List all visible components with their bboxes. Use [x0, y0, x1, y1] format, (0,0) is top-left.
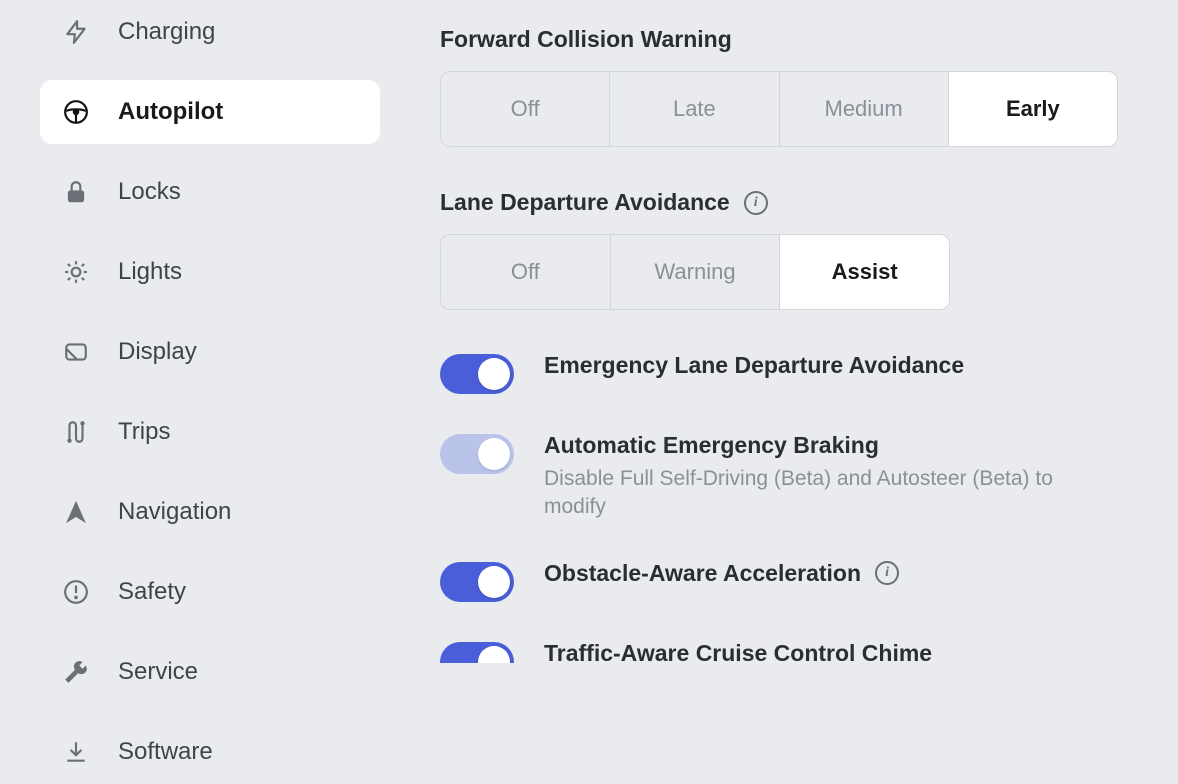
sidebar-item-locks[interactable]: Locks	[40, 160, 380, 224]
lda-option-off[interactable]: Off	[441, 235, 611, 309]
fcw-option-late[interactable]: Late	[610, 72, 779, 146]
tacc-toggle[interactable]	[440, 642, 514, 663]
tacc-row: Traffic-Aware Cruise Control Chime	[440, 640, 1118, 663]
sidebar-item-label: Display	[118, 338, 197, 366]
sidebar-item-label: Navigation	[118, 498, 231, 526]
tacc-label: Traffic-Aware Cruise Control Chime	[544, 640, 1118, 663]
steering-icon	[62, 98, 90, 126]
nav-icon	[62, 498, 90, 526]
lda-title: Lane Departure Avoidance i	[440, 189, 1118, 216]
aeb-label: Automatic Emergency Braking	[544, 432, 1118, 459]
sidebar-item-navigation[interactable]: Navigation	[40, 480, 380, 544]
sidebar-item-label: Locks	[118, 178, 181, 206]
oaa-toggle[interactable]	[440, 562, 514, 602]
lda-option-assist[interactable]: Assist	[780, 235, 949, 309]
fcw-title-text: Forward Collision Warning	[440, 26, 732, 53]
oaa-row: Obstacle-Aware Acceleration i	[440, 560, 1118, 602]
aeb-row: Automatic Emergency Braking Disable Full…	[440, 432, 1118, 522]
display-icon	[62, 338, 90, 366]
alert-icon	[62, 578, 90, 606]
fcw-option-medium[interactable]: Medium	[780, 72, 949, 146]
fcw-option-early[interactable]: Early	[949, 72, 1117, 146]
info-icon[interactable]: i	[875, 561, 899, 585]
lda-option-warning[interactable]: Warning	[611, 235, 781, 309]
bolt-icon	[62, 18, 90, 46]
oaa-label-text: Obstacle-Aware Acceleration	[544, 560, 861, 587]
sidebar-item-trips[interactable]: Trips	[40, 400, 380, 464]
elda-label: Emergency Lane Departure Avoidance	[544, 352, 1118, 379]
trips-icon	[62, 418, 90, 446]
sidebar-item-display[interactable]: Display	[40, 320, 380, 384]
fcw-segmented: Off Late Medium Early	[440, 71, 1118, 147]
elda-row: Emergency Lane Departure Avoidance	[440, 352, 1118, 394]
sun-icon	[62, 258, 90, 286]
sidebar-item-label: Lights	[118, 258, 182, 286]
sidebar-item-label: Safety	[118, 578, 186, 606]
aeb-toggle	[440, 434, 514, 474]
sidebar-item-label: Software	[118, 738, 213, 766]
fcw-option-off[interactable]: Off	[441, 72, 610, 146]
sidebar-item-lights[interactable]: Lights	[40, 240, 380, 304]
sidebar-item-safety[interactable]: Safety	[40, 560, 380, 624]
sidebar-item-autopilot[interactable]: Autopilot	[40, 80, 380, 144]
sidebar-item-software[interactable]: Software	[40, 720, 380, 784]
sidebar-item-label: Trips	[118, 418, 170, 446]
sidebar-item-service[interactable]: Service	[40, 640, 380, 704]
info-icon[interactable]: i	[744, 191, 768, 215]
sidebar-item-label: Service	[118, 658, 198, 686]
fcw-title: Forward Collision Warning	[440, 26, 1118, 53]
aeb-sublabel: Disable Full Self-Driving (Beta) and Aut…	[544, 465, 1118, 522]
lock-icon	[62, 178, 90, 206]
sidebar: Charging Autopilot Locks Lights Display …	[0, 0, 400, 663]
sidebar-item-label: Charging	[118, 18, 215, 46]
download-icon	[62, 738, 90, 766]
sidebar-item-label: Autopilot	[118, 98, 223, 126]
oaa-label: Obstacle-Aware Acceleration i	[544, 560, 1118, 587]
elda-toggle[interactable]	[440, 354, 514, 394]
sidebar-item-charging[interactable]: Charging	[40, 0, 380, 64]
wrench-icon	[62, 658, 90, 686]
settings-panel: Forward Collision Warning Off Late Mediu…	[400, 0, 1178, 663]
lda-title-text: Lane Departure Avoidance	[440, 189, 730, 216]
lda-segmented: Off Warning Assist	[440, 234, 950, 310]
